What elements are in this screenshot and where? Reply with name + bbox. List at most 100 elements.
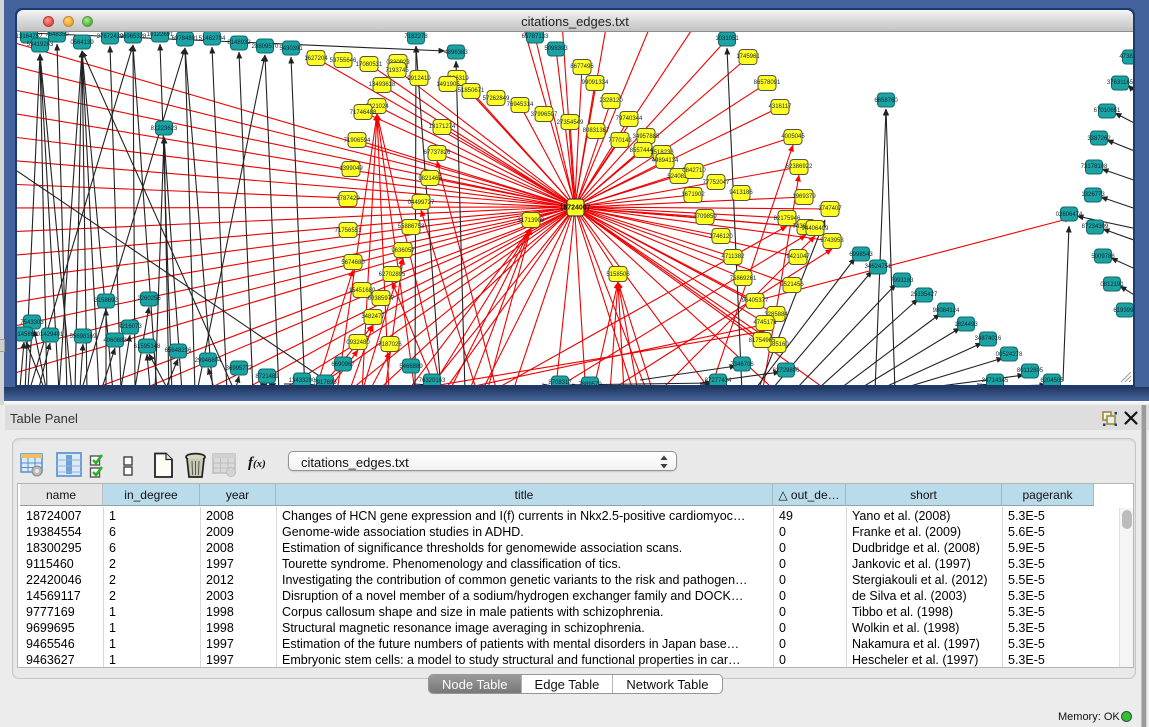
svg-text:7770143: 7770143 <box>608 138 632 144</box>
svg-text:96405377: 96405377 <box>742 298 769 304</box>
svg-text:9821465: 9821465 <box>418 176 442 182</box>
svg-text:6690967: 6690967 <box>331 362 355 368</box>
svg-text:9636057: 9636057 <box>391 248 415 254</box>
svg-text:1824493: 1824493 <box>954 322 978 328</box>
svg-text:87234309: 87234309 <box>1082 224 1109 230</box>
svg-text:8721489: 8721489 <box>255 374 279 380</box>
svg-text:1627204: 1627204 <box>304 56 328 62</box>
svg-text:96965328: 96965328 <box>120 34 147 40</box>
svg-text:6204505: 6204505 <box>1040 378 1064 384</box>
svg-text:65787133: 65787133 <box>522 34 549 40</box>
svg-text:9912419: 9912419 <box>407 76 431 82</box>
svg-text:1031051: 1031051 <box>715 36 739 42</box>
svg-text:4711382: 4711382 <box>722 254 746 260</box>
svg-text:0842710: 0842710 <box>682 168 706 174</box>
svg-text:13171274: 13171274 <box>429 124 456 130</box>
svg-text:17080531: 17080531 <box>356 62 383 68</box>
svg-text:73178108: 73178108 <box>1081 164 1108 170</box>
svg-text:79740344: 79740344 <box>616 116 643 122</box>
svg-text:1399049: 1399049 <box>339 166 363 172</box>
svg-text:34714345: 34714345 <box>982 378 1009 384</box>
svg-text:49894134: 49894134 <box>652 158 679 164</box>
svg-text:81754965: 81754965 <box>749 338 776 344</box>
svg-text:7193745: 7193745 <box>385 68 409 74</box>
svg-text:4316117: 4316117 <box>769 104 793 110</box>
svg-text:51850671: 51850671 <box>458 88 485 94</box>
svg-text:94406409: 94406409 <box>802 226 829 232</box>
svg-text:31713900: 31713900 <box>518 218 545 224</box>
svg-text:37996507: 37996507 <box>531 112 558 118</box>
svg-text:3747407: 3747407 <box>818 206 842 212</box>
svg-text:0812191: 0812191 <box>1100 282 1124 288</box>
svg-text:69784801: 69784801 <box>172 36 199 42</box>
svg-text:6193990: 6193990 <box>1113 308 1133 314</box>
svg-text:13493618: 13493618 <box>369 82 396 88</box>
svg-text:7917693: 7917693 <box>313 380 337 385</box>
svg-text:04499727: 04499727 <box>408 200 435 206</box>
svg-text:9421047: 9421047 <box>786 254 810 260</box>
svg-text:7991183: 7991183 <box>891 278 915 284</box>
svg-text:98084124: 98084124 <box>933 308 960 314</box>
svg-text:28809570: 28809570 <box>252 44 279 50</box>
svg-text:80831367: 80831367 <box>583 128 610 134</box>
svg-text:1671902: 1671902 <box>681 192 705 198</box>
svg-text:3387262: 3387262 <box>1087 136 1111 142</box>
svg-text:5430391: 5430391 <box>279 46 303 52</box>
svg-text:1326773: 1326773 <box>1081 192 1105 198</box>
svg-text:55698169: 55698169 <box>70 334 97 340</box>
svg-text:81223623: 81223623 <box>151 126 178 132</box>
svg-text:4745171: 4745171 <box>753 320 777 326</box>
svg-text:3482477: 3482477 <box>361 314 385 320</box>
svg-text:5158506: 5158506 <box>606 272 630 278</box>
svg-text:9743953: 9743953 <box>820 238 844 244</box>
svg-text:75869261: 75869261 <box>730 276 757 282</box>
svg-text:5466889: 5466889 <box>399 364 423 370</box>
svg-text:4896383: 4896383 <box>444 50 468 56</box>
svg-text:7346706: 7346706 <box>730 362 754 368</box>
svg-text:62729806: 62729806 <box>773 368 800 374</box>
svg-text:71756551: 71756551 <box>335 228 362 234</box>
svg-text:53755646: 53755646 <box>330 58 357 64</box>
svg-text:76320163: 76320163 <box>419 378 446 384</box>
svg-text:02606474: 02606474 <box>1056 212 1083 218</box>
svg-text:55886753: 55886753 <box>398 224 425 230</box>
svg-text:34624751: 34624751 <box>865 264 892 270</box>
svg-text:71906594: 71906594 <box>344 138 371 144</box>
svg-text:71746488: 71746488 <box>350 110 377 116</box>
svg-text:5098393: 5098393 <box>544 46 568 52</box>
svg-text:6998543: 6998543 <box>849 252 873 258</box>
svg-text:4216073: 4216073 <box>118 324 142 330</box>
svg-text:86578091: 86578091 <box>754 80 781 86</box>
svg-text:34957885: 34957885 <box>633 134 660 140</box>
svg-text:1746120: 1746120 <box>709 234 733 240</box>
svg-text:1745961: 1745961 <box>736 54 760 60</box>
svg-text:25135427: 25135427 <box>911 292 938 298</box>
svg-text:3158692: 3158692 <box>94 298 118 304</box>
svg-text:62386922: 62386922 <box>786 164 813 170</box>
svg-text:67737826: 67737826 <box>424 150 451 156</box>
svg-text:29946804: 29946804 <box>195 358 222 364</box>
svg-text:36995777: 36995777 <box>226 366 253 372</box>
svg-text:4005045: 4005045 <box>781 134 805 140</box>
svg-text:80112805: 80112805 <box>1017 368 1044 374</box>
svg-text:53419283: 53419283 <box>27 42 54 48</box>
svg-text:65648236: 65648236 <box>165 348 192 354</box>
svg-text:37631165: 37631165 <box>1107 80 1133 86</box>
svg-text:8677496: 8677496 <box>570 64 594 70</box>
svg-text:99091334: 99091334 <box>582 80 609 86</box>
svg-text:76945314: 76945314 <box>507 102 534 108</box>
svg-text:6658760: 6658760 <box>874 98 898 104</box>
svg-text:7648350: 7648350 <box>45 32 69 38</box>
svg-text:4060883: 4060883 <box>103 338 127 344</box>
svg-text:1969379: 1969379 <box>792 194 816 200</box>
svg-text:7182278: 7182278 <box>404 34 428 40</box>
svg-text:9521456: 9521456 <box>780 282 804 288</box>
svg-text:0932480: 0932480 <box>346 340 370 346</box>
svg-text:5674680: 5674680 <box>341 260 365 266</box>
svg-text:0564139: 0564139 <box>70 40 94 46</box>
svg-text:3709859: 3709859 <box>693 214 717 220</box>
svg-text:2260256: 2260256 <box>137 296 161 302</box>
svg-text:4738299: 4738299 <box>1119 54 1133 60</box>
svg-text:8708317: 8708317 <box>548 380 572 385</box>
svg-text:01429401: 01429401 <box>37 332 64 338</box>
